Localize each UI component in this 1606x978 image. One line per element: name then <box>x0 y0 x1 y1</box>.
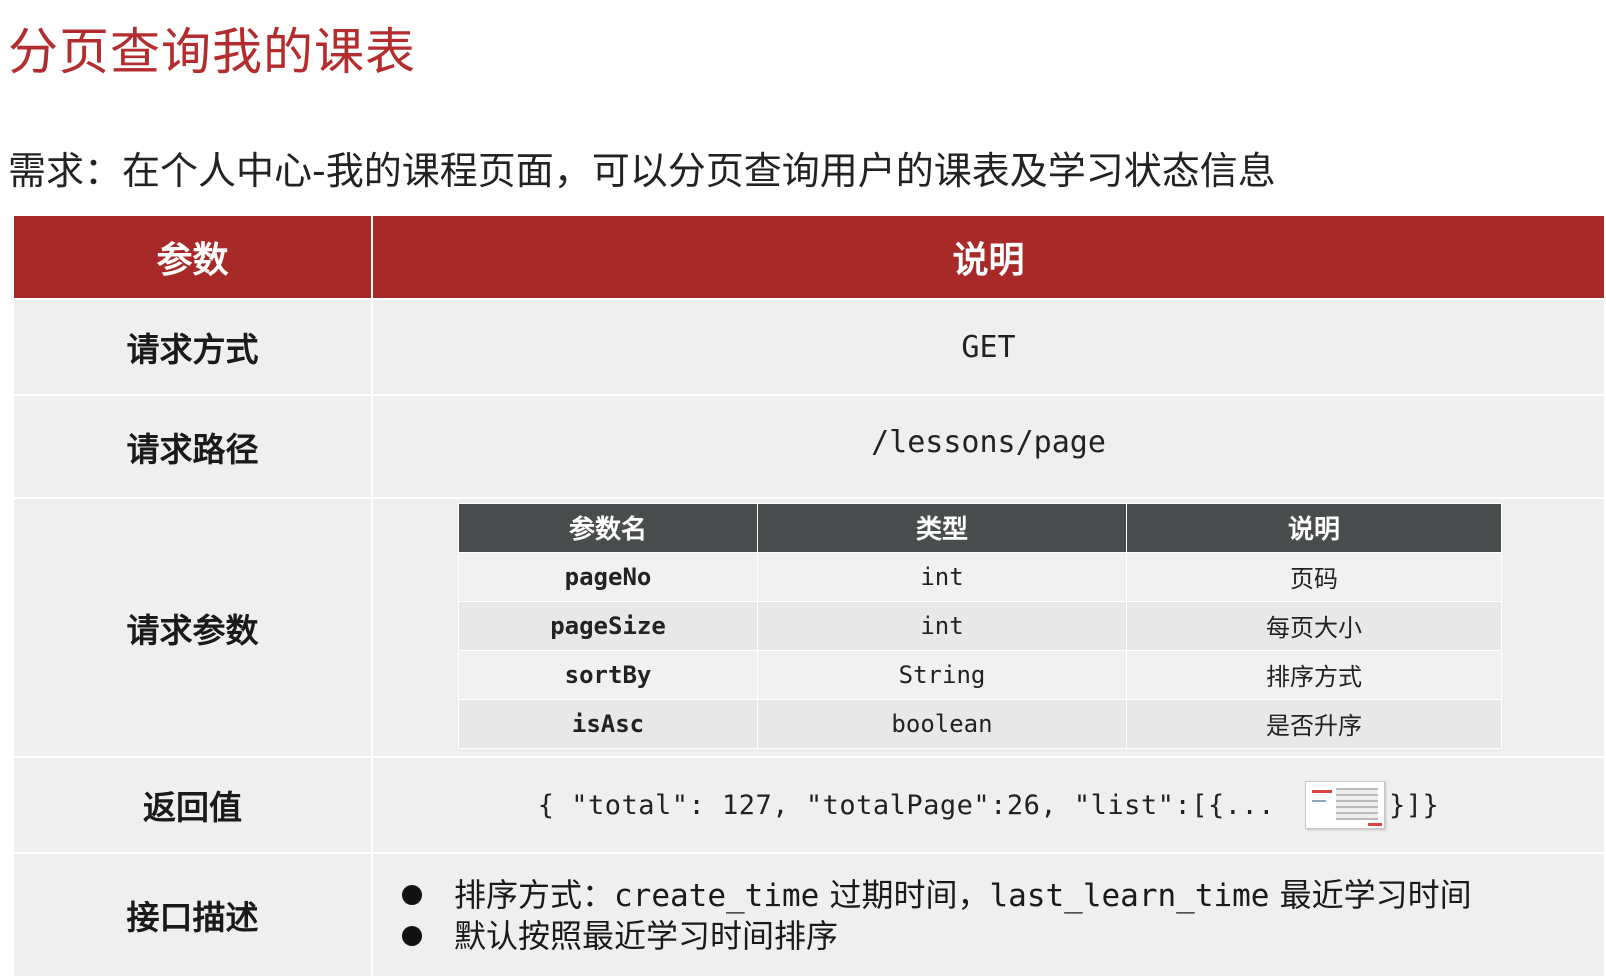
subtable-row: pageSize int 每页大小 <box>458 600 1502 651</box>
params-cell: 参数名 类型 说明 pageNo int 页码 pageSize int 每页大… <box>371 497 1606 758</box>
sub-header-name: 参数名 <box>458 502 758 553</box>
embedded-screenshot-thumbnail[interactable] <box>1304 781 1385 829</box>
header-param: 参数 <box>12 214 373 300</box>
bullet-icon <box>402 884 422 905</box>
return-value: { "total": 127, "totalPage":26, "list":[… <box>371 756 1606 854</box>
subtable-row: sortBy String 排序方式 <box>458 649 1502 700</box>
param-name: isAsc <box>458 698 758 749</box>
param-desc: 排序方式 <box>1126 649 1502 700</box>
desc-text: 排序方式： <box>454 875 615 914</box>
method-value: GET <box>371 298 1606 396</box>
subtable-row: isAsc boolean 是否升序 <box>458 698 1502 749</box>
desc-text: 过期时间， <box>819 875 990 914</box>
params-label: 请求参数 <box>12 497 373 758</box>
page-title: 分页查询我的课表 <box>8 23 416 81</box>
description-label: 接口描述 <box>12 852 373 978</box>
path-value: /lessons/page <box>371 394 1606 499</box>
subtable-header-row: 参数名 类型 说明 <box>458 502 1502 553</box>
list-item: 默认按照最近学习时间排序 <box>402 916 1603 956</box>
param-type: int <box>757 600 1127 651</box>
path-label: 请求路径 <box>12 394 373 499</box>
description-list: 排序方式：create_time 过期时间，last_learn_time 最近… <box>374 875 1603 956</box>
table-row: 请求方式 GET <box>12 298 1606 396</box>
return-json-suffix: }]} <box>1388 789 1440 821</box>
requirement-text: 需求：在个人中心-我的课程页面，可以分页查询用户的课表及学习状态信息 <box>8 149 1276 193</box>
param-desc: 每页大小 <box>1126 600 1502 651</box>
desc-text: 最近学习时间 <box>1269 875 1472 914</box>
table-row: 返回值 { "total": 127, "totalPage":26, "lis… <box>12 756 1606 854</box>
param-type: boolean <box>757 698 1127 749</box>
param-desc: 页码 <box>1126 551 1502 602</box>
api-table: 参数 说明 请求方式 GET 请求路径 /lessons/page 请求参数 参… <box>12 214 1606 978</box>
bullet-icon <box>402 925 422 946</box>
param-name: pageSize <box>458 600 758 651</box>
list-item: 排序方式：create_time 过期时间，last_learn_time 最近… <box>402 875 1603 916</box>
description-cell: 排序方式：create_time 过期时间，last_learn_time 最近… <box>371 852 1606 978</box>
table-header-row: 参数 说明 <box>12 214 1606 300</box>
table-row: 请求参数 参数名 类型 说明 pageNo int 页码 pageSize in… <box>12 497 1606 758</box>
subtable-row: pageNo int 页码 <box>458 551 1502 602</box>
param-name: pageNo <box>458 551 758 602</box>
method-label: 请求方式 <box>12 298 373 396</box>
return-label: 返回值 <box>12 756 373 854</box>
desc-text: 默认按照最近学习时间排序 <box>454 916 839 955</box>
desc-code: last_learn_time <box>989 877 1270 914</box>
desc-code: create_time <box>614 877 820 914</box>
table-row: 接口描述 排序方式：create_time 过期时间，last_learn_ti… <box>12 852 1606 978</box>
return-json-prefix: { "total": 127, "totalPage":26, "list":[… <box>537 789 1275 821</box>
param-type: String <box>757 649 1127 700</box>
param-type: int <box>757 551 1127 602</box>
header-desc: 说明 <box>371 214 1606 300</box>
sub-header-type: 类型 <box>757 502 1127 553</box>
param-name: sortBy <box>458 649 758 700</box>
param-desc: 是否升序 <box>1126 698 1502 749</box>
sub-header-desc: 说明 <box>1126 502 1502 553</box>
table-row: 请求路径 /lessons/page <box>12 394 1606 499</box>
params-subtable: 参数名 类型 说明 pageNo int 页码 pageSize int 每页大… <box>458 502 1502 749</box>
